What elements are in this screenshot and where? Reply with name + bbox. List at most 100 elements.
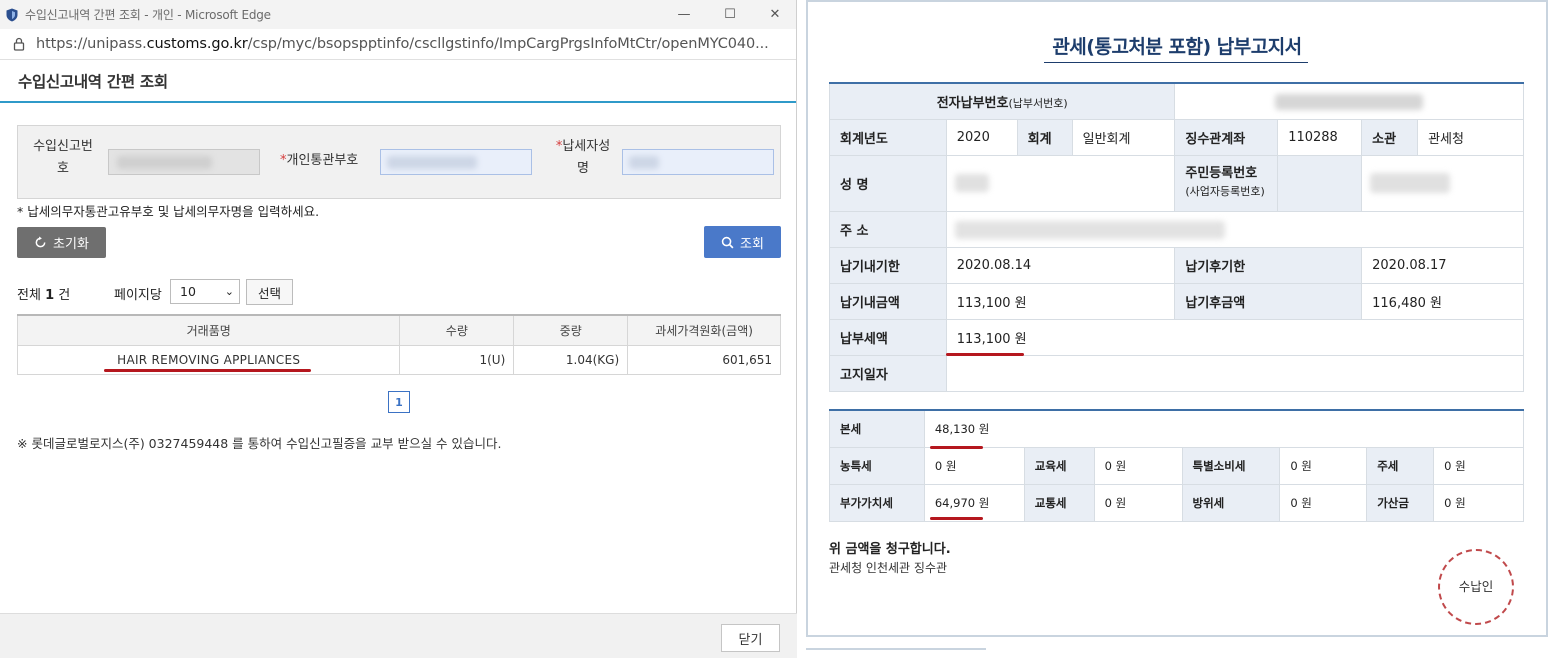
taxable-value-cell: 601,651 <box>627 344 781 375</box>
address-label: 주 소 <box>829 210 947 248</box>
tax-payment-notice: 관세(통고처분 포함) 납부고지서 전자납부번호(납부서번호) 회계년도 202… <box>806 0 1548 637</box>
address-bar[interactable]: https://unipass.customs.go.kr/csp/myc/bs… <box>0 29 796 60</box>
jurisdiction-label: 소관 <box>1361 118 1419 156</box>
table-row: 본세 48,130 원 <box>829 409 1525 448</box>
count-prefix: 전체 <box>17 288 46 303</box>
redacted-value <box>954 173 989 192</box>
notice-title: 관세(통고처분 포함) 납부고지서 <box>1052 36 1302 58</box>
account-value: 일반회계 <box>1071 118 1176 156</box>
table-row: 성 명 주민등록번호 (사업자등록번호) <box>829 154 1524 212</box>
traffic-tax-label: 교통세 <box>1023 483 1095 522</box>
close-window-button[interactable]: ✕ <box>752 0 798 29</box>
due-after-value: 2020.08.17 <box>1361 246 1524 284</box>
refresh-icon <box>35 236 46 248</box>
vat-label: 부가가치세 <box>829 483 925 522</box>
epay-number-label: 전자납부번호(납부서번호) <box>828 82 1176 120</box>
resident-no-label-text: 주민등록번호 <box>1185 166 1258 181</box>
declaration-number-label-line2: 호 <box>57 161 69 176</box>
footnote: ※ 롯데글로벌로지스(주) 0327459448 를 통하여 수입신고필증을 교… <box>17 436 502 451</box>
per-page-value: 10 <box>180 284 196 299</box>
red-annotation-underline <box>930 446 983 449</box>
customs-code-input[interactable] <box>380 149 532 175</box>
vat-value: 64,970 원 <box>923 483 1025 522</box>
nongteuk-value: 0 원 <box>923 446 1025 485</box>
epay-label-sub: (납부서번호) <box>1008 96 1068 110</box>
defense-tax-value: 0 원 <box>1279 483 1368 522</box>
chevron-down-icon: ⌄ <box>224 285 234 298</box>
pagination-page-1[interactable]: 1 <box>388 391 410 413</box>
pay-tax-label: 납부세액 <box>829 318 947 356</box>
epay-number-value <box>1174 82 1524 120</box>
resident-no-label-sub: (사업자등록번호) <box>1185 185 1265 198</box>
penalty-label: 가산금 <box>1366 483 1435 522</box>
special-tax-label: 특별소비세 <box>1181 446 1281 485</box>
defense-tax-label: 방위세 <box>1181 483 1281 522</box>
screenshot-page: 수입신고내역 간편 조회 - 개인 - Microsoft Edge — ☐ ✕… <box>0 0 1554 658</box>
count-suffix: 건 <box>54 288 71 303</box>
search-button[interactable]: 조회 <box>704 226 781 258</box>
column-header: 중량 <box>513 314 629 346</box>
collect-account-value: 110288 <box>1277 118 1363 156</box>
declaration-number-label: 수입신고번 호 <box>28 136 98 180</box>
input-note: * 납세의무자통관고유부호 및 납세의무자명을 입력하세요. <box>17 204 320 219</box>
reset-button[interactable]: 초기화 <box>17 227 106 258</box>
name-value <box>945 154 1176 212</box>
bonse-label: 본세 <box>829 409 925 448</box>
due-after-label: 납기후기한 <box>1174 246 1363 284</box>
quantity-cell: 1(U) <box>399 344 515 375</box>
close-button[interactable]: 닫기 <box>721 624 780 652</box>
url-domain: customs.go.kr <box>146 36 248 52</box>
special-tax-value: 0 원 <box>1279 446 1368 485</box>
resident-no-label-fill <box>1277 154 1363 212</box>
collect-account-label: 징수관계좌 <box>1174 118 1279 156</box>
table-row: 납기내금액 113,100 원 납기후금액 116,480 원 <box>829 282 1524 320</box>
window-title: 수입신고내역 간편 조회 - 개인 - Microsoft Edge <box>25 8 271 22</box>
result-count: 전체 1 건 <box>17 284 70 303</box>
bottom-bar: 닫기 <box>0 613 797 658</box>
window-titlebar[interactable]: 수입신고내역 간편 조회 - 개인 - Microsoft Edge — ☐ ✕ <box>0 0 796 29</box>
traffic-tax-value: 0 원 <box>1093 483 1183 522</box>
jurisdiction-value: 관세청 <box>1417 118 1524 156</box>
column-header: 거래품명 <box>16 314 401 346</box>
select-button[interactable]: 선택 <box>246 279 293 305</box>
table-header-row: 거래품명 수량 중량 과세가격원화(금액) <box>16 314 781 346</box>
declaration-number-input[interactable] <box>108 149 260 175</box>
fiscal-year-value: 2020 <box>945 118 1018 156</box>
per-page-select[interactable]: 10 ⌄ <box>170 279 240 304</box>
table-row: 농특세 0 원 교육세 0 원 특별소비세 0 원 주세 0 원 <box>829 446 1524 485</box>
redacted-value <box>117 156 212 169</box>
liquor-tax-value: 0 원 <box>1433 446 1524 485</box>
notice-main-table: 전자납부번호(납부서번호) 회계년도 2020 회계 일반회계 징수관계좌 11… <box>828 82 1525 392</box>
amount-after-value: 116,480 원 <box>1361 282 1524 320</box>
amount-after-label: 납기후금액 <box>1174 282 1363 320</box>
customs-code-label: *개인통관부호 <box>280 150 380 172</box>
reset-button-label: 초기화 <box>53 237 89 252</box>
weight-cell: 1.04(KG) <box>513 344 629 375</box>
minimize-button[interactable]: — <box>661 0 707 29</box>
receipt-stamp-label: 수납인 <box>1448 576 1504 598</box>
notice-date-label: 고지일자 <box>829 354 947 392</box>
name-label: 성 명 <box>829 154 947 212</box>
url-text[interactable]: https://unipass.customs.go.kr/csp/myc/bs… <box>36 36 776 52</box>
education-tax-value: 0 원 <box>1093 446 1183 485</box>
epay-label-text: 전자납부번호 <box>936 95 1009 111</box>
url-path: /csp/myc/bsopspptinfo/cscllgstinfo/ImpCa… <box>247 36 769 52</box>
due-in-value: 2020.08.14 <box>945 246 1176 284</box>
taxpayer-name-input[interactable] <box>622 149 774 175</box>
count-value: 1 <box>45 288 55 303</box>
taxpayer-name-label-line1: 납세자성 <box>562 139 611 154</box>
maximize-button[interactable]: ☐ <box>707 0 753 29</box>
table-row: 전자납부번호(납부서번호) <box>828 82 1524 120</box>
column-header: 수량 <box>399 314 515 346</box>
declaration-number-label-line1: 수입신고번 <box>33 139 93 154</box>
redacted-value <box>629 156 659 169</box>
due-in-label: 납기내기한 <box>829 246 947 284</box>
issuer-text: 관세청 인천세관 징수관 <box>829 561 948 575</box>
per-page-label: 페이지당 <box>114 288 162 303</box>
table-row: 주 소 <box>829 210 1525 248</box>
resident-no-label: 주민등록번호 (사업자등록번호) <box>1174 154 1279 212</box>
redacted-value <box>1370 172 1451 193</box>
red-annotation-underline <box>930 517 983 520</box>
url-prefix: https://unipass. <box>36 36 147 52</box>
results-table: 거래품명 수량 중량 과세가격원화(금액) HAIR REMOVING APPL… <box>16 314 781 375</box>
